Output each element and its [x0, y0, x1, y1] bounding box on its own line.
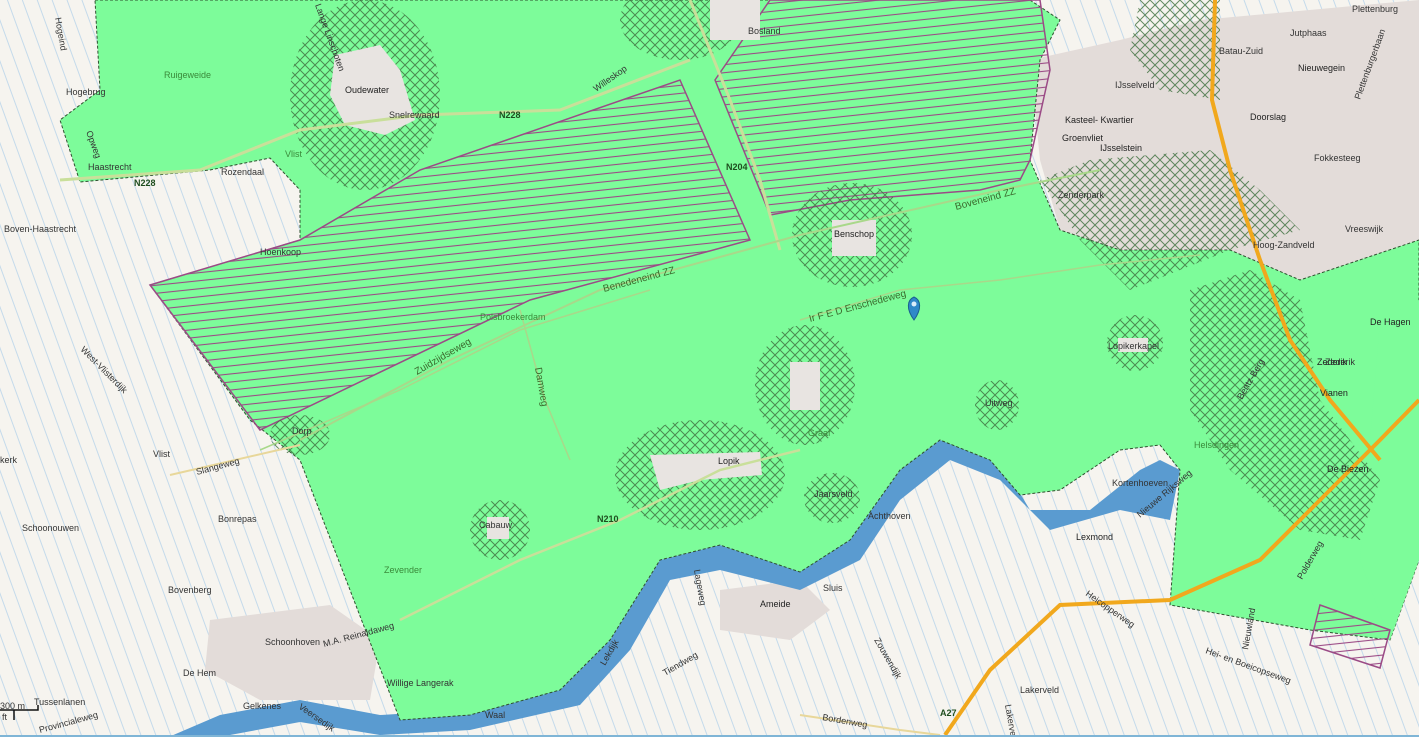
- map-label: kerk: [0, 455, 18, 465]
- map-label: A27: [940, 708, 957, 718]
- map-label: Achthoven: [868, 511, 911, 521]
- map-label: Snelrewaard: [389, 110, 440, 120]
- map-label: Boven-Haastrecht: [4, 224, 77, 234]
- map-label: Rozendaal: [221, 167, 264, 177]
- map-label: N204: [726, 162, 748, 172]
- map-label: Dorp: [292, 426, 312, 436]
- map-label: Uitweg: [985, 398, 1013, 408]
- map-label: Nieuwegein: [1298, 63, 1345, 73]
- map-label: Vlist: [285, 149, 303, 159]
- map-label: Jutphaas: [1290, 28, 1327, 38]
- map-label: Kasteel- Kwartier: [1065, 115, 1134, 125]
- map-label: Bosland: [748, 26, 781, 36]
- map-label: Doorslag: [1250, 112, 1286, 122]
- map-label: Hoenkoop: [260, 247, 301, 257]
- map-label: Fokkesteeg: [1314, 153, 1361, 163]
- map-label: Batau-Zuid: [1219, 46, 1263, 56]
- map-label: N228: [499, 110, 521, 120]
- map-label: Plettenburg: [1352, 4, 1398, 14]
- scale-label: 300 m: [0, 701, 25, 711]
- map-label: Waal: [485, 710, 505, 720]
- map-label: Schoonouwen: [22, 523, 79, 533]
- village-graaf: [790, 362, 820, 410]
- map-label: Polsbroekerdam: [480, 312, 546, 322]
- map-label: De Biezen: [1327, 464, 1369, 474]
- map-label: Vlist: [153, 449, 171, 459]
- map-label: De Hem: [183, 668, 216, 678]
- map-label: Willige Langerak: [387, 678, 454, 688]
- map-label: N210: [597, 514, 619, 524]
- map-label: Vianen: [1320, 388, 1348, 398]
- map-label: Ameide: [760, 599, 791, 609]
- map-label: Ruigeweide: [164, 70, 211, 80]
- map-label: N228: [134, 178, 156, 188]
- map-label: Tussenlanen: [34, 697, 85, 707]
- map-label: Helsdingen: [1194, 440, 1239, 450]
- map-label: Bonrepas: [218, 514, 257, 524]
- map-label: Hoog-Zandveld: [1253, 240, 1315, 250]
- map-footer: [0, 735, 1419, 747]
- map-label: Sluis: [823, 583, 843, 593]
- map-label: Zenderpark: [1058, 190, 1105, 200]
- map-label: Vreeswijk: [1345, 224, 1384, 234]
- map-label: IJsselstein: [1100, 143, 1142, 153]
- map-label: Lakerveld: [1020, 685, 1059, 695]
- map-label: Bovenberg: [168, 585, 212, 595]
- map-label: Lopik: [718, 456, 740, 466]
- map-label: Zevender: [384, 565, 422, 575]
- map-canvas[interactable]: HogeindHogebrugRuigeweideOudewaterSnelre…: [0, 0, 1419, 745]
- map-label: Schoonhoven: [265, 637, 320, 647]
- map-label: Benschop: [834, 229, 874, 239]
- map-label: Oudewater: [345, 85, 389, 95]
- map-label: Lopikerkapel: [1108, 341, 1159, 351]
- map-label: Groenvliet: [1062, 133, 1104, 143]
- map-label: Jaarsveld: [814, 489, 853, 499]
- map-label: Gelkenes: [243, 701, 282, 711]
- map-label: Graaf: [808, 428, 831, 438]
- map-label: Zederik: [1325, 357, 1356, 367]
- map-label: De Hagen: [1370, 317, 1411, 327]
- scale-sub-label: ft: [2, 712, 8, 722]
- map-label: Kortenhoeven: [1112, 478, 1168, 488]
- map-label: IJsselveld: [1115, 80, 1155, 90]
- map-label: Lexmond: [1076, 532, 1113, 542]
- map-label: Haastrecht: [88, 162, 132, 172]
- map-label: Hogebrug: [66, 87, 106, 97]
- map-label: Cabauw: [479, 520, 513, 530]
